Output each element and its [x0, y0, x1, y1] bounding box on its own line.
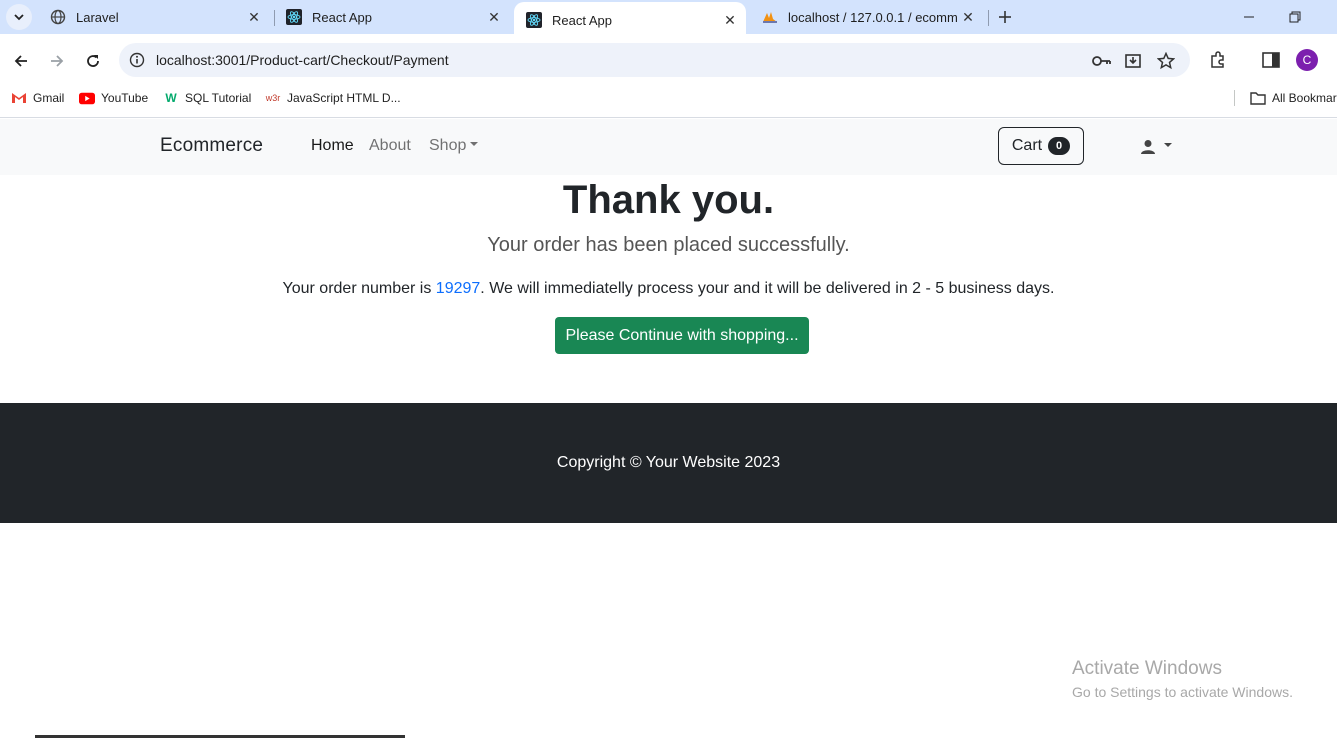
- arrow-right-icon: [51, 55, 64, 67]
- cart-label: Cart: [1011, 137, 1043, 154]
- arrow-left-icon: [14, 55, 27, 67]
- tab-search-button[interactable]: [6, 4, 32, 30]
- bookmark-label: Gmail: [33, 91, 65, 105]
- order-message: Your order number is 19297. We will imme…: [0, 280, 1337, 298]
- url-text: localhost:3001/Product-cart/Checkout/Pay…: [156, 52, 449, 68]
- extensions-icon[interactable]: [1207, 49, 1229, 71]
- nav-shop-dropdown[interactable]: Shop: [429, 137, 479, 155]
- new-tab-button[interactable]: [994, 6, 1016, 28]
- order-number: 19297: [435, 280, 481, 297]
- react-icon: [286, 9, 302, 25]
- tab-strip: Laravel ✕ React App ✕ React App ✕ localh…: [0, 0, 1337, 38]
- w3schools-icon: W: [165, 91, 177, 105]
- brand-logo[interactable]: Ecommerce: [160, 135, 263, 157]
- order-suffix: . We will immediatelly process your and …: [480, 280, 1055, 297]
- plus-icon: [999, 11, 1011, 23]
- tab-title: Laravel: [76, 9, 119, 25]
- page-subtitle: Your order has been placed successfully.: [487, 234, 850, 256]
- restore-icon: [1289, 11, 1301, 23]
- install-app-icon[interactable]: [1123, 51, 1145, 71]
- forward-button[interactable]: [44, 48, 70, 74]
- page-title: Thank you.: [562, 178, 775, 222]
- watermark-line-2: Go to Settings to activate Windows.: [1072, 684, 1293, 700]
- order-prefix: Your order number is: [282, 280, 436, 297]
- user-dropdown[interactable]: [1140, 136, 1172, 158]
- key-icon[interactable]: [1091, 51, 1113, 71]
- browser-toolbar: localhost:3001/Product-cart/Checkout/Pay…: [0, 34, 1337, 86]
- bookmark-label: SQL Tutorial: [185, 91, 252, 105]
- globe-icon: [50, 9, 66, 25]
- caret-down-icon: [1164, 143, 1172, 147]
- activate-windows-watermark: Activate Windows Go to Settings to activ…: [1072, 658, 1293, 700]
- bookmark-label: All Bookmarks: [1272, 91, 1337, 105]
- bookmarks-bar: Gmail YouTube W SQL Tutorial w3r JavaScr…: [0, 86, 1337, 118]
- watermark-line-1: Activate Windows: [1072, 658, 1222, 679]
- reload-icon: [87, 55, 99, 67]
- minimize-button[interactable]: [1226, 0, 1272, 34]
- youtube-icon: [79, 91, 95, 105]
- close-icon[interactable]: ✕: [720, 10, 740, 30]
- bookmarks-separator: [1234, 90, 1235, 106]
- tab-phpmyadmin[interactable]: localhost / 127.0.0.1 / ecomme ✕: [750, 0, 984, 34]
- w3schools-icon: w3r: [265, 93, 281, 103]
- folder-icon: [1250, 91, 1266, 105]
- bookmark-gmail[interactable]: Gmail: [11, 88, 64, 108]
- profile-avatar[interactable]: C: [1296, 49, 1318, 71]
- close-icon[interactable]: ✕: [484, 7, 504, 27]
- bookmark-youtube[interactable]: YouTube: [79, 88, 148, 108]
- tab-title: React App: [552, 12, 612, 28]
- cart-button[interactable]: Cart 0: [998, 127, 1084, 165]
- tab-react-app-1[interactable]: React App ✕: [274, 0, 510, 34]
- tab-laravel[interactable]: Laravel ✕: [38, 0, 270, 34]
- bookmark-label: JavaScript HTML D...: [287, 91, 401, 105]
- footer: Copyright © Your Website 2023: [0, 403, 1337, 523]
- close-icon[interactable]: ✕: [244, 7, 264, 27]
- user-icon: [1141, 140, 1155, 154]
- side-panel-icon[interactable]: [1260, 49, 1282, 71]
- bookmark-label: YouTube: [101, 91, 149, 105]
- bookmark-sql-tutorial[interactable]: W SQL Tutorial: [163, 88, 251, 108]
- cart-count-badge: 0: [1048, 137, 1071, 155]
- tab-separator: [988, 10, 989, 26]
- react-icon: [526, 12, 542, 28]
- copyright-text: Copyright © Your Website 2023: [556, 454, 781, 471]
- all-bookmarks[interactable]: All Bookmarks: [1250, 88, 1337, 108]
- continue-shopping-button[interactable]: Please Continue with shopping...: [555, 317, 809, 354]
- minimize-icon: [1244, 16, 1254, 18]
- nav-shop-label: Shop: [429, 137, 467, 154]
- site-navbar: Ecommerce Home About Shop Cart 0: [0, 119, 1337, 175]
- tab-react-app-active[interactable]: React App ✕: [514, 2, 746, 38]
- close-icon[interactable]: ✕: [958, 7, 978, 27]
- reload-button[interactable]: [80, 48, 106, 74]
- site-info-icon[interactable]: [122, 45, 152, 75]
- nav-home[interactable]: Home: [311, 137, 354, 155]
- restore-button[interactable]: [1272, 0, 1318, 34]
- bookmark-javascript[interactable]: w3r JavaScript HTML D...: [265, 88, 401, 108]
- tab-title: localhost / 127.0.0.1 / ecomme: [788, 9, 958, 25]
- address-bar[interactable]: localhost:3001/Product-cart/Checkout/Pay…: [119, 43, 1190, 77]
- chevron-down-icon: [14, 14, 24, 21]
- phpmyadmin-icon: [762, 9, 778, 25]
- star-icon[interactable]: [1155, 51, 1177, 71]
- back-button[interactable]: [8, 48, 34, 74]
- tab-title: React App: [312, 9, 372, 25]
- caret-down-icon: [470, 141, 479, 146]
- gmail-icon: [11, 91, 27, 105]
- nav-about[interactable]: About: [369, 137, 411, 155]
